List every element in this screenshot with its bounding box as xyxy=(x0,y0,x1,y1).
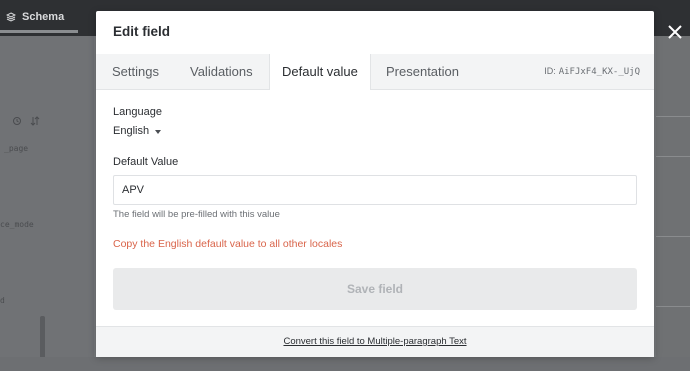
tab-presentation[interactable]: Presentation xyxy=(374,54,471,89)
background-divider xyxy=(656,116,690,117)
default-value-hint: The field will be pre-filled with this v… xyxy=(113,209,280,220)
background-fragment: d xyxy=(0,296,5,305)
save-field-button[interactable]: Save field xyxy=(113,268,637,310)
language-label: Language xyxy=(113,106,162,118)
background-left-panel: _page ce_mode d xyxy=(0,36,94,371)
tab-default-value[interactable]: Default value xyxy=(269,54,371,90)
copy-default-value-link[interactable]: Copy the English default value to all ot… xyxy=(113,238,342,250)
tab-settings[interactable]: Settings xyxy=(100,54,171,89)
stack-icon xyxy=(6,12,16,22)
background-schema-label: Schema xyxy=(22,11,65,23)
default-value-label: Default Value xyxy=(113,156,179,168)
background-divider xyxy=(656,306,690,307)
language-select[interactable]: English xyxy=(113,125,162,137)
convert-field-link[interactable]: Convert this field to Multiple-paragraph… xyxy=(96,336,654,347)
edit-field-modal: Edit field Settings Validations Default … xyxy=(96,11,654,357)
history-icon xyxy=(13,117,21,125)
chevron-down-icon xyxy=(155,129,162,134)
close-icon[interactable] xyxy=(664,22,686,44)
default-value-input[interactable] xyxy=(113,175,637,205)
tab-bar: Settings Validations Default value Prese… xyxy=(96,54,654,90)
tab-validations[interactable]: Validations xyxy=(178,54,265,89)
background-fragment: ce_mode xyxy=(0,220,34,229)
background-divider xyxy=(656,236,690,237)
field-id: ID: AiFJxF4_KX-_UjQ xyxy=(544,54,640,90)
background-fragment: _page xyxy=(4,144,29,153)
background-schema-tab: Schema xyxy=(0,0,78,34)
background-tab-underline xyxy=(0,30,78,33)
background-right-panel xyxy=(656,36,690,371)
field-id-value: AiFJxF4_KX-_UjQ xyxy=(558,67,640,77)
modal-footer: Convert this field to Multiple-paragraph… xyxy=(96,326,654,357)
modal-title: Edit field xyxy=(113,24,170,39)
field-id-label: ID: xyxy=(544,66,556,76)
sort-icon xyxy=(30,116,40,126)
language-value: English xyxy=(113,125,150,137)
background-divider xyxy=(656,156,690,157)
background-bottom xyxy=(0,357,690,371)
